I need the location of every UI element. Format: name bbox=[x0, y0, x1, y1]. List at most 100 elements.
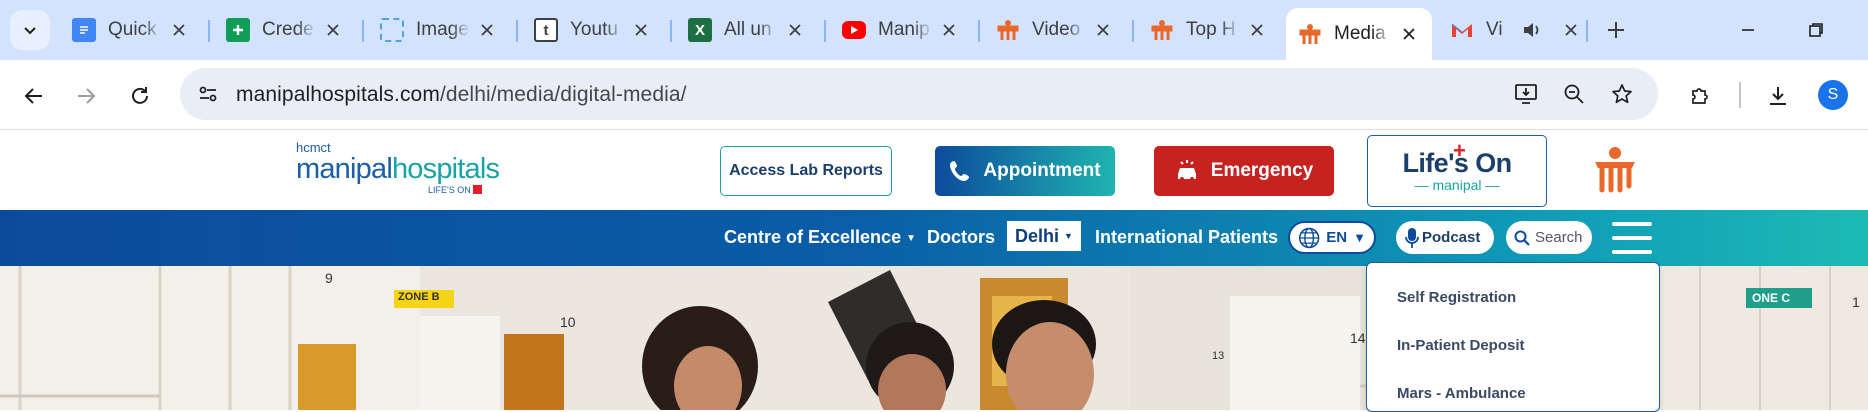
bed-number: 1 bbox=[1852, 294, 1860, 310]
tab-media-active[interactable]: Media bbox=[1286, 8, 1432, 60]
t-letter-icon: t bbox=[534, 18, 558, 42]
main-navbar: Centre of Excellence ▼ Doctors Delhi ▼ I… bbox=[0, 210, 1868, 266]
profile-avatar[interactable]: S bbox=[1818, 80, 1848, 110]
access-lab-reports-button[interactable]: Access Lab Reports bbox=[720, 146, 892, 196]
google-sheets-icon bbox=[226, 18, 250, 42]
speaker-icon[interactable] bbox=[1522, 21, 1542, 39]
url-path: /delhi/media/digital-media/ bbox=[439, 83, 687, 106]
language-select[interactable]: EN ▼ bbox=[1288, 221, 1376, 254]
tab-label: Manip bbox=[878, 19, 930, 40]
emergency-button[interactable]: Emergency bbox=[1154, 146, 1334, 196]
tab-video[interactable]: Video bbox=[984, 10, 1126, 50]
gmail-icon bbox=[1450, 18, 1474, 42]
reload-icon bbox=[132, 87, 148, 104]
search-icon bbox=[1514, 230, 1530, 246]
appointment-button[interactable]: Appointment bbox=[935, 146, 1115, 196]
podcast-button[interactable]: Podcast bbox=[1396, 221, 1494, 254]
nav-city-select[interactable]: Delhi ▼ bbox=[1007, 221, 1081, 251]
tab-excel[interactable]: X All un bbox=[676, 10, 818, 50]
close-icon[interactable] bbox=[168, 19, 190, 41]
site-header: hcmct manipalhospitals LIFE'S ON Access … bbox=[0, 131, 1868, 210]
manipal-logo[interactable]: hcmct manipalhospitals LIFE'S ON bbox=[296, 141, 500, 196]
zoom-out-icon[interactable] bbox=[1558, 78, 1590, 110]
search-label: Search bbox=[1535, 229, 1583, 246]
manipal-icon bbox=[1298, 22, 1322, 46]
excel-icon: X bbox=[688, 18, 712, 42]
new-tab-button[interactable] bbox=[1598, 12, 1634, 48]
close-icon[interactable] bbox=[476, 19, 498, 41]
close-icon[interactable] bbox=[1560, 19, 1580, 41]
forward-button[interactable] bbox=[66, 76, 106, 116]
tab-credentials[interactable]: Crede bbox=[214, 10, 356, 50]
logo-tagline: LIFE'S ON bbox=[428, 184, 499, 196]
zone-b-sign: ZONE B bbox=[398, 291, 440, 303]
zone-c-sign: ONE C bbox=[1752, 291, 1791, 305]
tab-label: Media bbox=[1334, 23, 1386, 44]
tab-youtube-tool[interactable]: t Youtu bbox=[522, 10, 664, 50]
caret-down-icon: ▼ bbox=[1353, 230, 1366, 245]
globe-icon bbox=[1298, 227, 1320, 248]
manipal-icon bbox=[996, 18, 1020, 42]
emergency-label: Emergency bbox=[1210, 160, 1314, 181]
nav-doctors[interactable]: Doctors bbox=[927, 227, 995, 248]
minimize-button[interactable] bbox=[1730, 14, 1766, 46]
close-icon[interactable] bbox=[938, 19, 960, 41]
tab-top-hospitals[interactable]: Top H bbox=[1138, 10, 1280, 50]
tab-label: Youtu bbox=[570, 19, 618, 40]
chevron-down-icon bbox=[24, 27, 36, 35]
nav-centre-of-excellence[interactable]: Centre of Excellence ▼ bbox=[724, 227, 916, 248]
restore-button[interactable] bbox=[1798, 14, 1834, 46]
close-icon[interactable] bbox=[630, 19, 652, 41]
browser-toolbar: manipalhospitals.com/delhi/media/digital… bbox=[0, 60, 1868, 130]
bed-number: 14 bbox=[1350, 330, 1366, 346]
bookmark-star-icon[interactable] bbox=[1606, 78, 1638, 110]
language-label: EN bbox=[1326, 229, 1348, 246]
appointment-label: Appointment bbox=[983, 160, 1101, 181]
downloads-button[interactable] bbox=[1758, 76, 1798, 116]
url-text[interactable]: manipalhospitals.com/delhi/media/digital… bbox=[236, 83, 687, 107]
red-cross-icon: + bbox=[1453, 138, 1466, 163]
search-button[interactable]: Search bbox=[1506, 221, 1592, 254]
tab-quick[interactable]: Quick bbox=[60, 10, 202, 50]
menu-in-patient-deposit[interactable]: In-Patient Deposit bbox=[1397, 337, 1525, 354]
puzzle-icon bbox=[1692, 88, 1708, 104]
extensions-button[interactable] bbox=[1680, 76, 1720, 116]
tab-image[interactable]: Image bbox=[368, 10, 510, 50]
manipal-emblem-icon bbox=[1593, 145, 1637, 200]
arrow-left-icon bbox=[24, 88, 42, 104]
nav-international-patients[interactable]: International Patients bbox=[1095, 227, 1278, 248]
youtube-icon bbox=[842, 21, 866, 39]
reload-button[interactable] bbox=[120, 76, 160, 116]
menu-mars-ambulance[interactable]: Mars - Ambulance bbox=[1397, 385, 1526, 402]
bed-number: 9 bbox=[325, 270, 333, 286]
site-info-icon[interactable] bbox=[192, 78, 224, 110]
tab-search-button[interactable] bbox=[10, 10, 50, 50]
phone-icon bbox=[950, 161, 970, 181]
close-icon[interactable] bbox=[1246, 19, 1268, 41]
podcast-label: Podcast bbox=[1422, 229, 1481, 246]
plus-icon bbox=[1608, 22, 1624, 38]
tab-label: Quick bbox=[108, 19, 157, 40]
address-bar[interactable]: manipalhospitals.com/delhi/media/digital… bbox=[180, 68, 1658, 120]
tab-gmail[interactable]: Vi bbox=[1438, 10, 1580, 50]
lifes-on-button[interactable]: Life's On — manipal — + bbox=[1367, 135, 1547, 207]
close-icon[interactable] bbox=[1398, 23, 1420, 45]
download-icon bbox=[1770, 87, 1786, 105]
image-icon bbox=[380, 18, 404, 42]
close-icon[interactable] bbox=[784, 19, 806, 41]
lifes-on-subtitle: — manipal — bbox=[1414, 177, 1500, 193]
close-icon[interactable] bbox=[322, 19, 344, 41]
back-button[interactable] bbox=[14, 76, 54, 116]
tab-label: Vi bbox=[1486, 19, 1503, 40]
tab-label: Video bbox=[1032, 19, 1081, 40]
hamburger-menu-icon[interactable] bbox=[1610, 216, 1654, 260]
install-app-icon[interactable] bbox=[1510, 78, 1542, 110]
google-docs-icon bbox=[72, 18, 96, 42]
menu-self-registration[interactable]: Self Registration bbox=[1397, 289, 1516, 306]
manipal-icon bbox=[1150, 18, 1174, 42]
close-icon[interactable] bbox=[1092, 19, 1114, 41]
tab-manipal-youtube[interactable]: Manip bbox=[830, 10, 972, 50]
ambulance-icon bbox=[1177, 160, 1196, 181]
logo-wordmark: manipalhospitals bbox=[296, 153, 500, 185]
hamburger-dropdown-menu: Self Registration In-Patient Deposit Mar… bbox=[1366, 262, 1660, 412]
